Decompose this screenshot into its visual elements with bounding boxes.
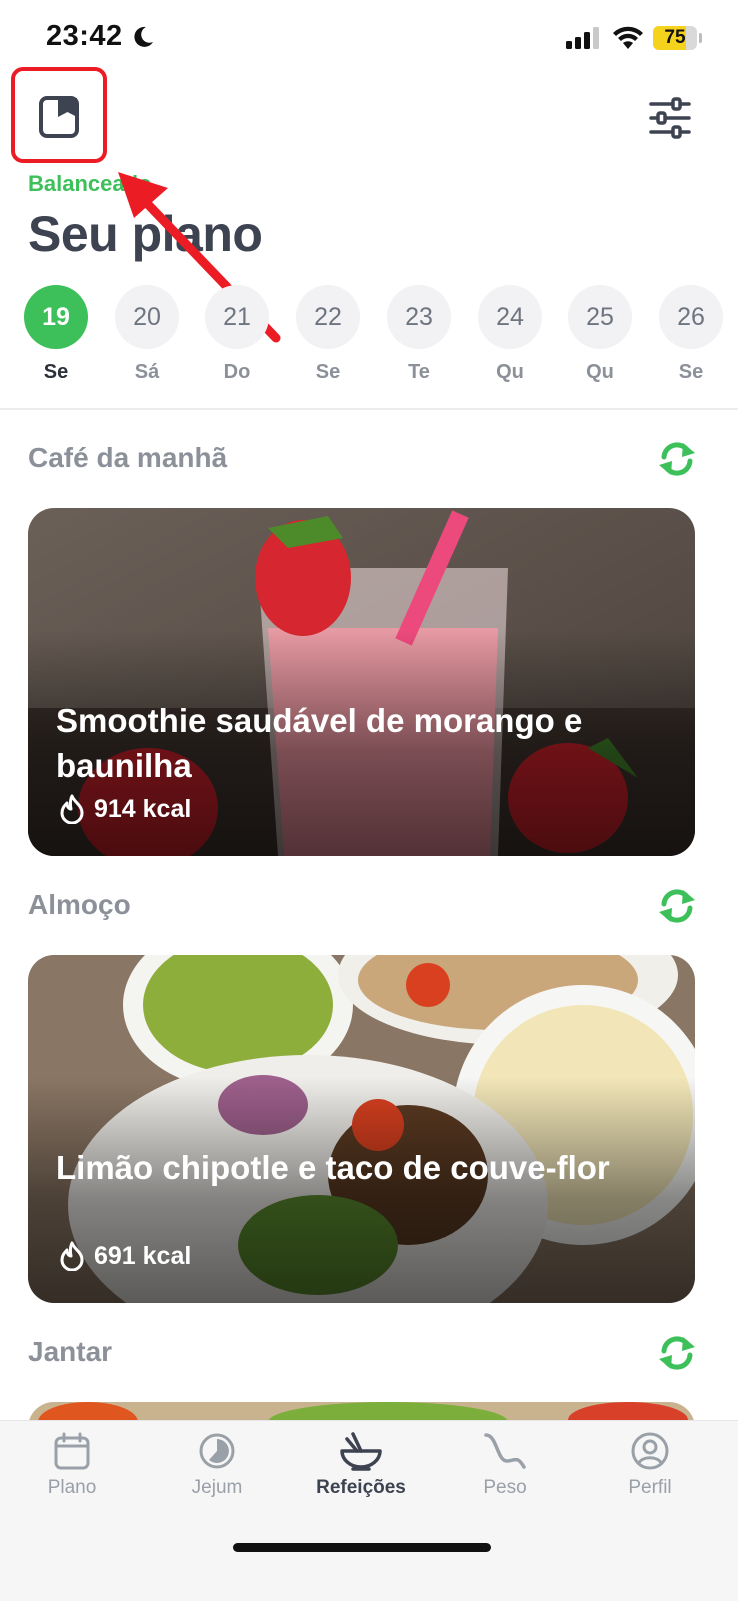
bowl-icon: [340, 1432, 382, 1471]
divider: [0, 408, 738, 410]
date-number: 25: [568, 285, 632, 349]
fasting-clock-icon: [199, 1433, 235, 1469]
date-weekday: Se: [43, 361, 69, 383]
nav-label: Refeições: [316, 1477, 406, 1498]
battery-indicator: 75: [653, 26, 697, 50]
meal-section-title: Almoço: [28, 889, 131, 920]
date-item[interactable]: 20 Sá: [115, 285, 179, 384]
bottom-nav: Plano Jejum Refeições Peso Perfil: [0, 1420, 738, 1601]
date-weekday: Qu: [496, 361, 524, 383]
date-number: 22: [296, 285, 360, 349]
nav-item-peso[interactable]: Peso: [445, 1431, 565, 1499]
nav-item-jejum[interactable]: Jejum: [157, 1431, 277, 1499]
date-weekday: Te: [408, 361, 430, 383]
home-indicator: [233, 1543, 491, 1552]
meal-kcal-text: 914 kcal: [94, 794, 192, 823]
moon-icon: [134, 26, 153, 47]
date-item[interactable]: 19 Se: [24, 285, 88, 384]
status-bar: 23:42 75: [0, 0, 738, 78]
swap-meal-button[interactable]: [655, 884, 699, 928]
annotation-highlight-box: [11, 67, 107, 163]
status-time: 23:42: [46, 20, 123, 52]
meal-kcal-text: 691 kcal: [94, 1241, 192, 1270]
date-item[interactable]: 21 Do: [205, 285, 269, 384]
meal-title: Smoothie saudável de morango e baunilha: [56, 702, 583, 784]
meal-section-title: Jantar: [28, 1336, 113, 1367]
date-item[interactable]: 26 Se: [659, 285, 723, 384]
battery-cap: [699, 33, 702, 43]
date-number: 19: [24, 285, 88, 349]
meal-calories: 914 kcal: [58, 794, 191, 824]
nav-item-perfil[interactable]: Perfil: [590, 1431, 710, 1499]
sliders-icon: [649, 97, 691, 139]
date-strip: 19 Se 20 Sá 21 Do 22 Se 23 Te 24 Qu 25 Q…: [0, 285, 738, 405]
refresh-icon: [659, 1336, 695, 1370]
date-number: 23: [387, 285, 451, 349]
calendar-icon: [54, 1432, 90, 1470]
swap-meal-button[interactable]: [655, 437, 699, 481]
date-number: 24: [478, 285, 542, 349]
nav-label: Peso: [483, 1477, 527, 1498]
nav-item-plano[interactable]: Plano: [12, 1431, 132, 1499]
meal-card-lunch[interactable]: Limão chipotle e taco de couve-flor 691 …: [28, 955, 695, 1303]
nav-label: Jejum: [191, 1477, 243, 1498]
date-item[interactable]: 22 Se: [296, 285, 360, 384]
date-item[interactable]: 25 Qu: [568, 285, 632, 384]
date-weekday: Qu: [586, 361, 614, 383]
nav-label: Plano: [47, 1477, 97, 1498]
wifi-icon: [613, 26, 643, 49]
date-weekday: Sá: [134, 361, 160, 383]
refresh-icon: [659, 442, 695, 476]
date-number: 21: [205, 285, 269, 349]
signal-icon: [566, 27, 599, 49]
meal-card-breakfast[interactable]: Smoothie saudável de morango e baunilha …: [28, 508, 695, 856]
meal-title: Limão chipotle e taco de couve-flor: [56, 1149, 610, 1186]
refresh-icon: [659, 889, 695, 923]
nav-label: Perfil: [628, 1477, 672, 1498]
profile-icon: [631, 1432, 669, 1470]
date-item[interactable]: 23 Te: [387, 285, 451, 384]
battery-level-text: 75: [664, 27, 686, 48]
meal-calories: 691 kcal: [58, 1241, 191, 1271]
nav-item-refeicoes[interactable]: Refeições: [301, 1431, 421, 1499]
filter-button[interactable]: [648, 96, 692, 140]
weight-curve-icon: [484, 1433, 526, 1469]
swap-meal-button[interactable]: [655, 1331, 699, 1375]
date-item[interactable]: 24 Qu: [478, 285, 542, 384]
date-weekday: Se: [315, 361, 341, 383]
date-weekday: Se: [678, 361, 704, 383]
flame-icon: [60, 794, 84, 824]
date-number: 26: [659, 285, 723, 349]
meal-section-title: Café da manhã: [28, 442, 228, 473]
flame-icon: [60, 1241, 84, 1271]
date-number: 20: [115, 285, 179, 349]
date-weekday: Do: [223, 361, 251, 383]
